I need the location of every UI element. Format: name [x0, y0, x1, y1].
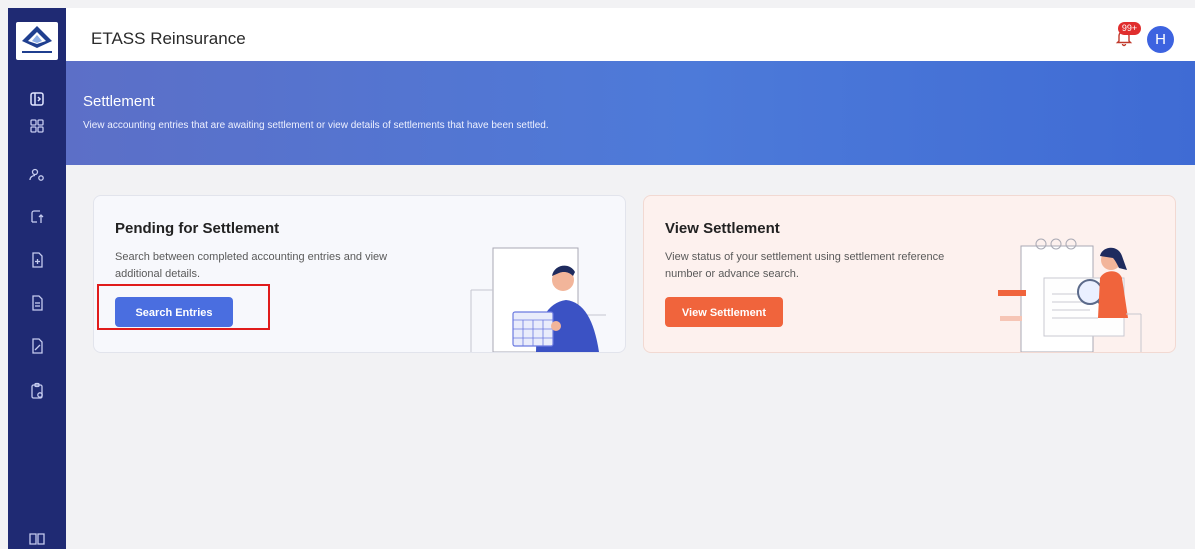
- calendar-person-illustration: [470, 247, 606, 352]
- dashboard-grid-icon[interactable]: [26, 115, 48, 137]
- users-settings-icon[interactable]: [26, 164, 48, 186]
- app-title: ETASS Reinsurance: [91, 29, 246, 48]
- company-logo[interactable]: [16, 22, 58, 60]
- pending-card-title: Pending for Settlement: [115, 220, 280, 237]
- page-subtitle: View accounting entries that are awaitin…: [83, 120, 549, 131]
- notification-count-badge: 99+: [1118, 22, 1141, 35]
- page-title: Settlement: [83, 93, 155, 110]
- view-settlement-card: View Settlement View status of your sett…: [643, 195, 1176, 353]
- magnifier-person-illustration: [998, 238, 1142, 352]
- top-bar: ETASS Reinsurance 99+ H: [66, 8, 1195, 62]
- page-banner: Settlement View accounting entries that …: [66, 61, 1195, 165]
- app-frame: ETASS Reinsurance 99+ H Settlement View …: [8, 8, 1195, 549]
- export-icon[interactable]: [26, 206, 48, 228]
- search-entries-highlight-box: [97, 284, 270, 330]
- view-card-description: View status of your settlement using set…: [665, 251, 945, 280]
- book-icon[interactable]: [26, 528, 48, 549]
- pending-card-description: Search between completed accounting entr…: [115, 251, 388, 280]
- document-list-icon[interactable]: [26, 292, 48, 314]
- document-edit-icon[interactable]: [26, 335, 48, 357]
- view-settlement-button[interactable]: View Settlement: [665, 297, 783, 327]
- user-avatar[interactable]: H: [1147, 26, 1174, 53]
- panel-toggle-icon[interactable]: [26, 88, 48, 110]
- clipboard-settings-icon[interactable]: [26, 380, 48, 402]
- sidebar: [8, 8, 66, 549]
- view-card-title: View Settlement: [665, 220, 780, 237]
- document-add-icon[interactable]: [26, 249, 48, 271]
